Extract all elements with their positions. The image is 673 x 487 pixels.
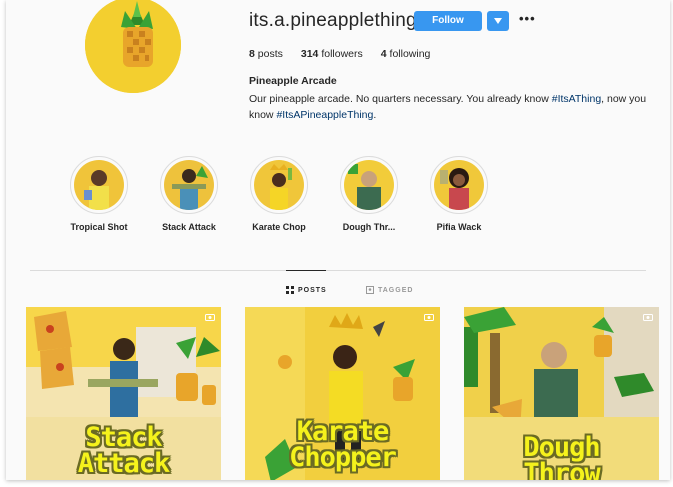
highlight-pifia-wack[interactable]: Pifia Wack	[414, 156, 504, 232]
following-stat[interactable]: 4 following	[381, 48, 431, 60]
more-options-button[interactable]: •••	[519, 11, 536, 26]
highlight-thumbnail	[164, 160, 214, 210]
video-icon	[643, 314, 653, 321]
follow-button[interactable]: Follow	[414, 11, 482, 31]
suggested-dropdown-button[interactable]	[487, 11, 509, 31]
profile-avatar[interactable]	[82, 0, 184, 96]
highlight-dough-throw[interactable]: Dough Thr...	[324, 156, 414, 232]
video-icon	[424, 314, 434, 321]
grid-icon	[286, 286, 294, 294]
posts-stat: 8 posts	[249, 48, 283, 60]
profile-page: its.a.pineapplething Follow ••• 8 posts …	[6, 0, 670, 480]
highlight-thumbnail	[74, 160, 124, 210]
bio-text: Our pineapple arcade. No quarters necess…	[249, 93, 647, 121]
active-tab-indicator	[286, 270, 326, 271]
tabs-divider	[30, 270, 646, 271]
post-title: Stack Attack	[77, 422, 171, 479]
highlight-thumbnail	[254, 160, 304, 210]
followers-stat[interactable]: 314 followers	[301, 48, 363, 60]
tab-tagged[interactable]: TAGGED	[366, 286, 413, 294]
hashtag-link[interactable]: #ItsAThing	[552, 93, 601, 105]
post-title: Dough Throw	[523, 432, 600, 480]
tagged-user-icon	[366, 286, 374, 294]
video-icon	[205, 314, 215, 321]
hashtag-link[interactable]: #ItsAPineappleThing	[276, 109, 373, 121]
post-thumbnail[interactable]: Karate Chopper	[245, 307, 440, 480]
profile-stats: 8 posts 314 followers 4 following	[249, 48, 430, 60]
bio-name: Pineapple Arcade	[249, 75, 337, 87]
highlight-stack-attack[interactable]: Stack Attack	[144, 156, 234, 232]
post-thumbnail[interactable]: Dough Throw	[464, 307, 659, 480]
post-thumbnail[interactable]: Stack Attack	[26, 307, 221, 480]
tab-posts[interactable]: POSTS	[286, 286, 327, 294]
post-title: Karate Chopper	[289, 416, 397, 473]
story-highlights: Tropical Shot Stack Attack Karate Chop D…	[54, 156, 504, 232]
highlight-karate-chop[interactable]: Karate Chop	[234, 156, 324, 232]
highlight-thumbnail	[434, 160, 484, 210]
highlight-thumbnail	[344, 160, 394, 210]
pineapple-logo-icon	[85, 0, 181, 93]
profile-username: its.a.pineapplething	[249, 10, 417, 31]
chevron-down-icon	[494, 18, 502, 24]
highlight-tropical-shot[interactable]: Tropical Shot	[54, 156, 144, 232]
